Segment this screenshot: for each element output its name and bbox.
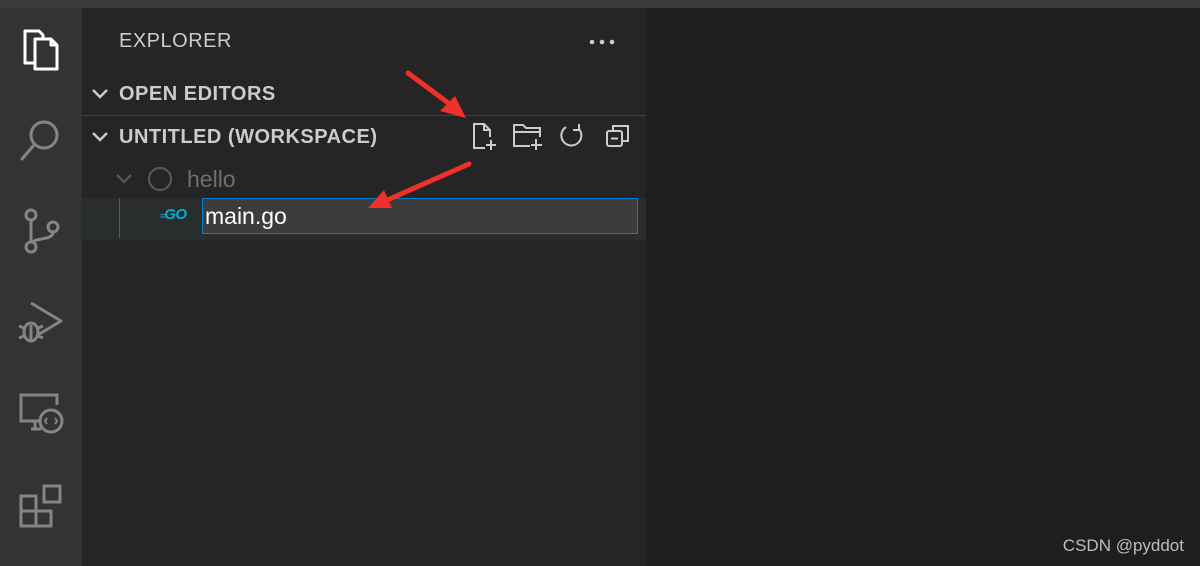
collapse-all-button[interactable] (598, 120, 638, 156)
files-icon (19, 25, 63, 73)
refresh-icon (558, 122, 586, 155)
go-file-icon: ≡GO (160, 206, 187, 223)
tree-item-folder-hello[interactable]: hello (82, 160, 646, 198)
section-label-open-editors: OPEN EDITORS (119, 83, 276, 105)
refresh-button[interactable] (552, 120, 592, 156)
watermark: CSDN @pyddot (1062, 536, 1184, 555)
activity-item-run-and-debug[interactable] (0, 286, 82, 358)
sidebar-title: EXPLORER (119, 30, 232, 52)
activity-item-remote-explorer[interactable] (0, 378, 82, 450)
source-control-icon (21, 207, 61, 255)
new-file-icon (469, 121, 499, 156)
activity-item-explorer[interactable] (0, 13, 82, 85)
section-divider (82, 115, 646, 116)
section-open-editors[interactable]: OPEN EDITORS (82, 74, 646, 114)
activity-bar (0, 8, 82, 566)
new-file-button[interactable] (464, 120, 504, 156)
folder-status-icon (147, 166, 173, 197)
indent-guide (119, 198, 120, 238)
run-debug-icon (17, 297, 65, 347)
section-label-workspace: UNTITLED (WORKSPACE) (119, 126, 378, 148)
new-folder-button[interactable] (508, 120, 548, 156)
chevron-down-icon (90, 127, 110, 152)
remote-explorer-icon (17, 391, 65, 437)
activity-item-source-control[interactable] (0, 195, 82, 267)
folder-label: hello (187, 166, 236, 192)
ellipsis-icon (589, 32, 615, 50)
file-name-input[interactable] (202, 198, 638, 234)
chevron-down-icon (114, 169, 134, 194)
search-icon (18, 117, 64, 165)
title-bar-strip (0, 0, 1200, 8)
editor-area (646, 8, 1200, 566)
tree-item-new-file[interactable]: ≡GO (82, 198, 646, 240)
extensions-icon (17, 482, 65, 530)
new-folder-icon (512, 121, 544, 156)
explorer-sidebar: EXPLORER OPEN EDITORS UNTITLED (WORKSPAC… (82, 8, 646, 566)
chevron-down-icon (90, 84, 110, 109)
more-actions-button[interactable] (586, 26, 618, 56)
activity-item-search[interactable] (0, 105, 82, 177)
activity-item-extensions[interactable] (0, 470, 82, 542)
collapse-all-icon (604, 122, 632, 155)
